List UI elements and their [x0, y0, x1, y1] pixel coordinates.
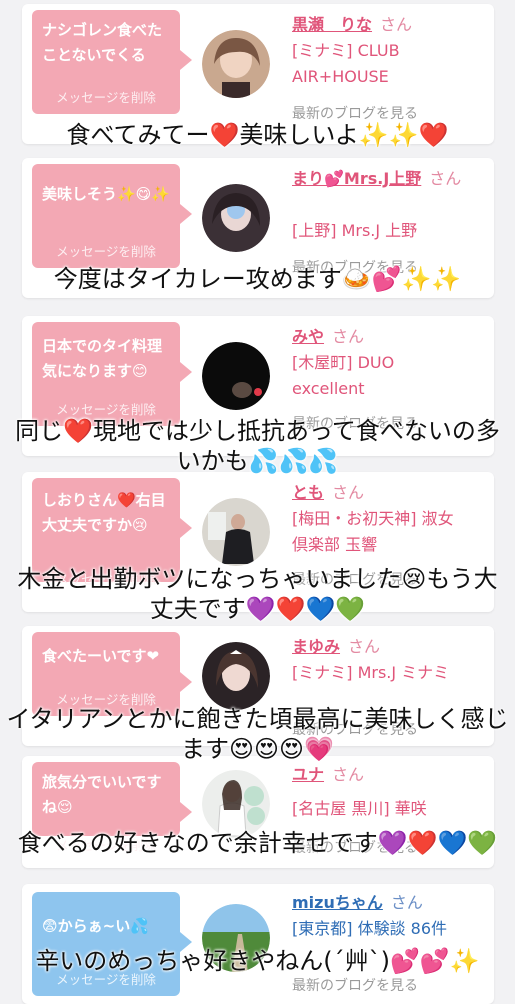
shop-line[interactable]: AIR+HOUSE — [292, 67, 389, 86]
message-bubble: ナシゴレン食べたことないでくる メッセージを削除 — [32, 10, 192, 114]
reply-caption: 食べるの好きなので余計幸せです💜❤️💙💚 — [17, 829, 498, 857]
message-bubble: 旅気分でいいですね😌 メッセージを削除 — [32, 762, 192, 853]
sender-name-link[interactable]: とも — [292, 483, 324, 502]
shop-line[interactable]: [名古屋 黒川] 華咲 — [292, 799, 427, 818]
reply-caption: 食べてみてー❤️美味しいよ✨✨❤️ — [66, 121, 449, 149]
message-text: しおりさん❤️右目大丈夫ですか😢 — [42, 491, 166, 534]
message-text: 美味しそう✨😋✨ — [42, 185, 170, 203]
sender-info: みや さん [木屋町] DUO excellent 最新のブログを見る — [292, 324, 492, 432]
honorific: さん — [429, 169, 462, 188]
reply-caption: イタリアンとかに飽きた頃最高に美味しく感じます😍😍😍💗 — [6, 705, 509, 763]
sender-name-link[interactable]: みや — [292, 327, 324, 346]
latest-blog-link[interactable]: 最新のブログを見る — [292, 978, 418, 994]
message-text: ナシゴレン食べたことないでくる — [42, 21, 163, 64]
message-text: 旅気分でいいですね😌 — [42, 773, 162, 816]
sender-name-link[interactable]: mizuちゃん — [292, 893, 383, 912]
shop-line[interactable]: [東京都] 体験談 86件 — [292, 919, 447, 938]
delete-message-link[interactable]: メッセージを削除 — [32, 85, 180, 110]
reply-caption: 今度はタイカレー攻めます🍛💕✨✨ — [53, 265, 462, 293]
shop-line[interactable]: 倶楽部 玉響 — [292, 535, 377, 554]
shop-line[interactable]: [ミナミ] CLUB — [292, 41, 400, 60]
message-text: 日本でのタイ料理気になります😊 — [42, 337, 163, 380]
sender-info: まり💕Mrs.J上野 さん [上野] Mrs.J 上野 最新のブログを見る — [292, 166, 492, 276]
avatar[interactable] — [202, 30, 270, 98]
delete-message-link[interactable]: メッセージを削除 — [32, 239, 180, 264]
sender-name-link[interactable]: ユナ — [292, 765, 324, 784]
shop-line[interactable]: [上野] Mrs.J 上野 — [292, 221, 417, 240]
avatar[interactable] — [202, 342, 270, 410]
reply-caption: 辛いのめっちゃ好きやねん(´艸`)💕💕✨ — [35, 947, 480, 975]
honorific: さん — [390, 893, 423, 912]
message-text: 😨からぁ~い💦 — [42, 917, 149, 935]
honorific: さん — [332, 483, 365, 502]
avatar[interactable] — [202, 498, 270, 566]
avatar[interactable] — [202, 184, 270, 252]
shop-line[interactable]: [木屋町] DUO — [292, 353, 394, 372]
message-card: 😨からぁ~い💦 メッセージを削除 mizuちゃん さん [東京都] 体験談 86件… — [22, 884, 494, 1004]
honorific: さん — [380, 15, 413, 34]
reply-caption: 木金と出勤ボツになっちゃいました😢もう大丈夫です💜❤️💙💚 — [17, 565, 498, 623]
message-bubble: 日本でのタイ料理気になります😊 メッセージを削除 — [32, 322, 192, 426]
honorific: さん — [332, 327, 365, 346]
sender-name-link[interactable]: まゆみ — [292, 637, 340, 656]
honorific: さん — [332, 765, 365, 784]
shop-line[interactable]: [梅田・お初天神] 淑女 — [292, 509, 454, 528]
reply-caption: 同じ❤️現地では少し抵抗あって食べないの多いかも💦💦💦 — [15, 417, 500, 475]
message-bubble: 😨からぁ~い💦 メッセージを削除 — [32, 892, 192, 996]
sender-name-link[interactable]: まり💕Mrs.J上野 — [292, 169, 421, 188]
avatar[interactable] — [202, 642, 270, 710]
sender-info: 黒瀬 りな さん [ミナミ] CLUB AIR+HOUSE 最新のブログを見る — [292, 12, 492, 122]
honorific: さん — [348, 637, 381, 656]
message-bubble: 美味しそう✨😋✨ メッセージを削除 — [32, 164, 192, 268]
sender-name-link[interactable]: 黒瀬 りな — [292, 15, 372, 34]
sender-info: まゆみ さん [ミナミ] Mrs.J ミナミ 最新のブログを見る — [292, 634, 492, 738]
message-text: 食べたーいです❤ — [42, 647, 160, 665]
shop-line[interactable]: [ミナミ] Mrs.J ミナミ — [292, 663, 449, 682]
shop-line[interactable]: excellent — [292, 379, 365, 398]
